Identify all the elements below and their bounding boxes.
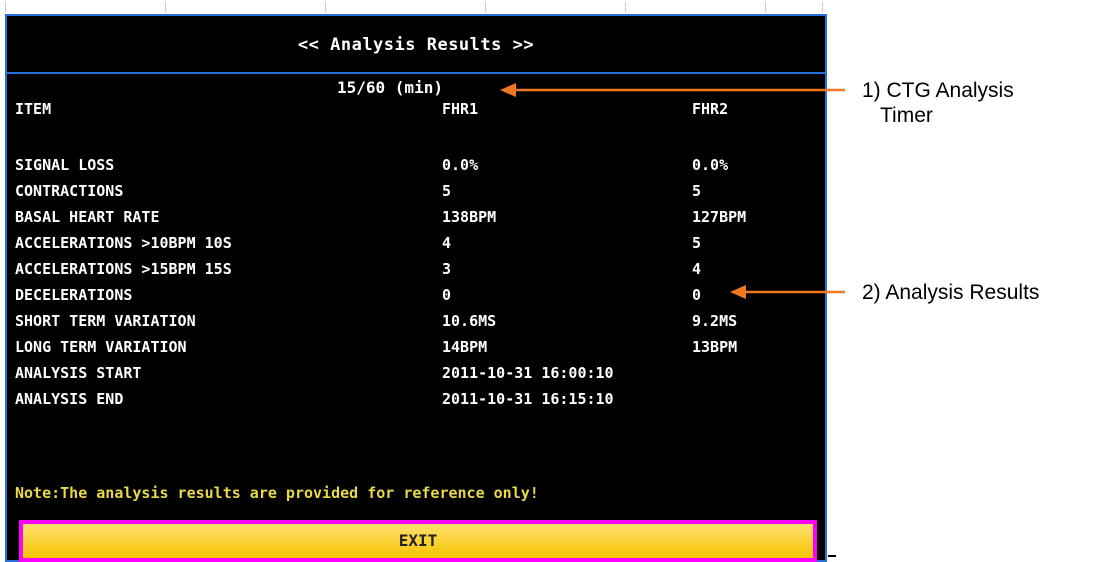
- annotation-timer-line1: 1) CTG Analysis: [862, 79, 1014, 102]
- annotation-timer-line2: Timer: [880, 104, 933, 127]
- annotation-timer: 1) CTG Analysis Timer: [862, 78, 1014, 128]
- timer-arrowhead-icon: [500, 83, 516, 97]
- results-arrowhead-icon: [730, 285, 746, 299]
- annotation-results: 2) Analysis Results: [862, 281, 1040, 304]
